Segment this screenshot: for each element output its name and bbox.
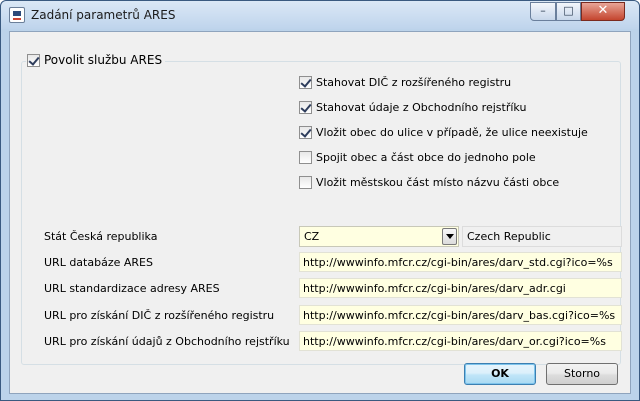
country-label: Stát Česká republika: [44, 230, 158, 243]
enable-ares-checkbox[interactable]: Povolit službu ARES: [26, 53, 166, 67]
window-title: Zadání parametrů ARES: [31, 8, 176, 22]
country-name-field: Czech Republic: [462, 226, 622, 247]
url-or-label: URL pro získání údajů z Obchodního rejst…: [44, 335, 290, 348]
cancel-button[interactable]: Storno: [546, 363, 618, 385]
url-db-input[interactable]: http://wwwinfo.mfcr.cz/cgi-bin/ares/darv…: [299, 252, 622, 272]
chevron-down-icon[interactable]: [442, 228, 457, 245]
group-label: Povolit službu ARES: [44, 53, 163, 67]
url-address-input[interactable]: http://wwwinfo.mfcr.cz/cgi-bin/ares/darv…: [299, 278, 622, 298]
checkbox[interactable]: [299, 101, 312, 114]
checkbox[interactable]: [299, 76, 312, 89]
option-label: Stahovat DIČ z rozšířeného registru: [316, 76, 512, 89]
option-download-dic[interactable]: Stahovat DIČ z rozšířeného registru: [299, 76, 511, 89]
checkbox[interactable]: [27, 53, 40, 67]
title-bar[interactable]: Zadání parametrů ARES – □ ✕: [1, 1, 639, 29]
maximize-button[interactable]: □: [556, 2, 581, 21]
option-city-into-street[interactable]: Vložit obec do ulice v případě, že ulice…: [299, 126, 588, 139]
close-button[interactable]: ✕: [581, 2, 625, 21]
checkbox[interactable]: [299, 126, 312, 139]
ok-button[interactable]: OK: [464, 363, 536, 385]
url-address-label: URL standardizace adresy ARES: [44, 282, 220, 295]
option-label: Vložit obec do ulice v případě, že ulice…: [316, 126, 588, 139]
url-or-input[interactable]: http://wwwinfo.mfcr.cz/cgi-bin/ares/darv…: [299, 331, 622, 351]
app-icon: [9, 7, 25, 23]
checkbox[interactable]: [299, 176, 312, 189]
minimize-button[interactable]: –: [530, 2, 556, 21]
country-select[interactable]: CZ: [299, 226, 459, 247]
ares-groupbox: Stahovat DIČ z rozšířeného registru Stah…: [21, 61, 622, 365]
option-label: Spojit obec a část obce do jednoho pole: [316, 151, 536, 164]
option-label: Stahovat údaje z Obchodního rejstříku: [316, 101, 527, 114]
dialog-body: Stahovat DIČ z rozšířeného registru Stah…: [9, 31, 631, 394]
url-dic-input[interactable]: http://wwwinfo.mfcr.cz/cgi-bin/ares/darv…: [299, 305, 622, 325]
option-label: Vložit městskou část místo názvu části o…: [316, 176, 560, 189]
option-join-city-part[interactable]: Spojit obec a část obce do jednoho pole: [299, 151, 536, 164]
url-dic-label: URL pro získání DIČ z rozšířeného regist…: [44, 309, 275, 322]
option-download-or[interactable]: Stahovat údaje z Obchodního rejstříku: [299, 101, 526, 114]
country-code: CZ: [304, 230, 320, 243]
dialog-window: Zadání parametrů ARES – □ ✕ Stahovat DIČ…: [0, 0, 640, 401]
checkbox[interactable]: [299, 151, 312, 164]
url-db-label: URL databáze ARES: [44, 256, 153, 269]
option-district-instead[interactable]: Vložit městskou část místo názvu části o…: [299, 176, 559, 189]
